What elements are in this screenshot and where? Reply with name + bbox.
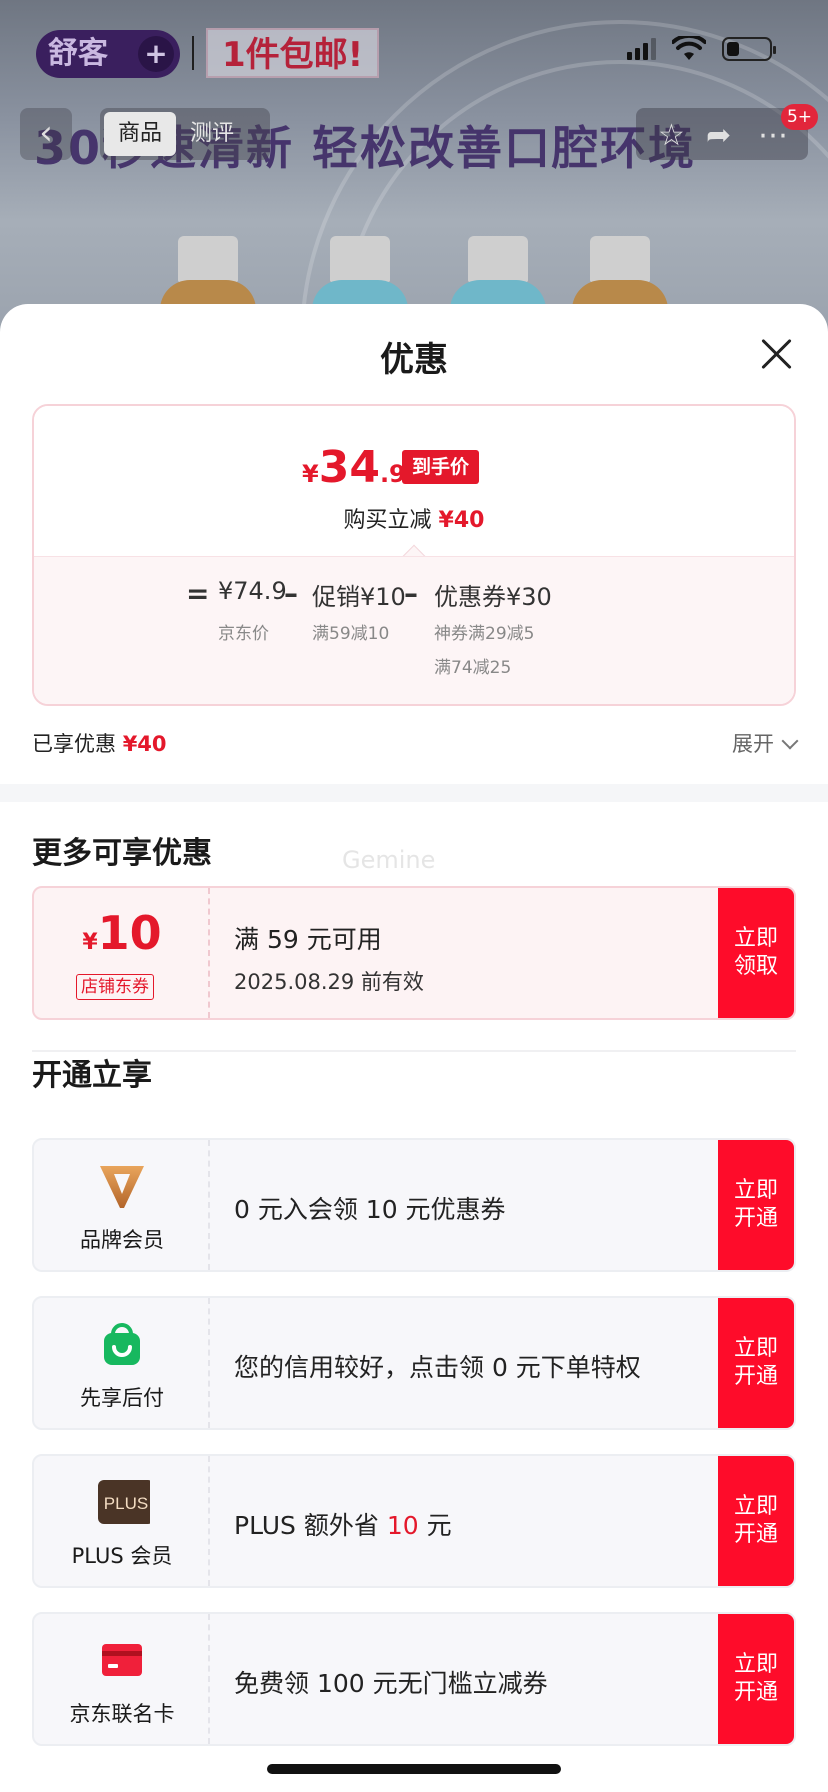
promo-desc: 满59减10 <box>312 624 390 644</box>
free-shipping-banner: 1件包邮! <box>206 28 380 78</box>
star-icon[interactable]: ☆ <box>658 118 685 153</box>
brand-logo: 舒客 + <box>36 30 180 78</box>
plus-icon: + <box>138 36 174 72</box>
final-price-area: ¥34.9 到手价 购买立减 ¥40 <box>34 406 794 556</box>
instant-discount: 购买立减 ¥40 <box>34 502 794 534</box>
divider <box>192 36 194 70</box>
final-price-tag: 到手价 <box>402 450 480 484</box>
plus-badge-icon: PLUS <box>98 1480 150 1524</box>
benefit-desc-text: PLUS 额外省 <box>234 1511 387 1540</box>
cellular-signal-icon <box>627 38 656 60</box>
coupon-type-badge: 店铺东券 <box>76 974 154 1000</box>
minus-sign: – <box>404 577 418 610</box>
section-divider <box>0 784 828 802</box>
price-summary-card: ¥34.9 到手价 购买立减 ¥40 = ¥74.9 京东价 – 促销¥10 满… <box>32 404 796 706</box>
benefit-name: 先享后付 <box>80 1386 164 1410</box>
shopping-bag-icon <box>104 1323 140 1365</box>
benefit-icon-area: 品牌会员 <box>34 1140 210 1270</box>
benefit-icon-area: 京东联名卡 <box>34 1614 210 1744</box>
jd-price-label: 京东价 <box>218 624 269 644</box>
benefit-desc: 0 元入会领 10 元优惠券 <box>234 1195 506 1224</box>
benefit-brand-member: 品牌会员 0 元入会领 10 元优惠券 立即开通 <box>32 1138 796 1272</box>
close-icon[interactable] <box>756 334 796 374</box>
coupon-condition: 满 59 元可用 <box>234 925 382 954</box>
currency-symbol: ¥ <box>302 460 319 488</box>
benefit-name: 品牌会员 <box>80 1228 164 1252</box>
benefit-name: PLUS 会员 <box>71 1544 173 1568</box>
benefit-plus-member: PLUS PLUS 会员 PLUS 额外省 10 元 立即开通 <box>32 1454 796 1588</box>
open-plus-button[interactable]: 立即开通 <box>718 1456 794 1586</box>
benefit-desc: 您的信用较好，点击领 0 元下单特权 <box>234 1353 641 1382</box>
benefit-desc: PLUS 额外省 10 元 <box>234 1506 452 1542</box>
coupon-amount: ¥10 <box>34 906 210 960</box>
store-coupon: ¥10 店铺东券 满 59 元可用 2025.08.29 前有效 立即领取 <box>32 886 796 1020</box>
equals-sign: = <box>186 577 210 610</box>
plus-badge-text: PLUS <box>104 1494 148 1513</box>
coupon-desc: 神券满29减5 <box>434 624 535 644</box>
price-integer: 34 <box>318 442 380 493</box>
cart-badge: 5+ <box>780 104 818 130</box>
promo-discount: 促销¥10 <box>312 583 406 611</box>
currency-symbol: ¥ <box>82 930 98 955</box>
benefit-icon-area: PLUS PLUS 会员 <box>34 1456 210 1586</box>
enjoyed-discount: 已享优惠 ¥40 <box>32 728 167 758</box>
benefit-desc-text: 元 <box>418 1511 452 1540</box>
coupon-amount-area: ¥10 店铺东券 <box>34 888 210 1018</box>
benefit-icon-area: 先享后付 <box>34 1298 210 1428</box>
discount-sheet: 优惠 ¥34.9 到手价 购买立减 ¥40 = ¥74.9 京东价 – 促销¥1… <box>0 304 828 1792</box>
more-discounts-title: 更多可享优惠 <box>32 836 212 871</box>
open-brand-member-button[interactable]: 立即开通 <box>718 1140 794 1270</box>
instant-discount-value: ¥40 <box>438 508 485 533</box>
brand-name: 舒客 <box>48 36 108 71</box>
benefit-cobrand-card: 京东联名卡 免费领 100 元无门槛立减券 立即开通 <box>32 1612 796 1746</box>
jd-price: ¥74.9 <box>218 577 287 605</box>
minus-sign: – <box>284 577 298 610</box>
expand-toggle[interactable]: 展开 <box>732 728 799 758</box>
benefit-desc-highlight: 10 <box>386 1511 419 1540</box>
enjoyed-value: ¥40 <box>122 732 167 756</box>
credit-card-icon <box>102 1644 142 1676</box>
sheet-title: 优惠 <box>380 340 448 380</box>
coupon-value: 10 <box>97 906 162 960</box>
coupon-validity: 2025.08.29 前有效 <box>234 970 424 994</box>
home-indicator[interactable] <box>267 1764 561 1774</box>
claim-coupon-button[interactable]: 立即领取 <box>718 888 794 1018</box>
instant-discount-label: 购买立减 <box>343 508 432 533</box>
wifi-icon <box>672 36 706 60</box>
expand-label: 展开 <box>732 732 774 756</box>
benefit-pay-later: 先享后付 您的信用较好，点击领 0 元下单特权 立即开通 <box>32 1296 796 1430</box>
back-button[interactable]: ‹ <box>20 108 72 160</box>
benefit-desc: 免费领 100 元无门槛立减券 <box>234 1669 548 1698</box>
status-bar: 舒客 + 1件包邮! <box>0 0 828 96</box>
benefit-name: 京东联名卡 <box>69 1702 175 1726</box>
brand-v-icon <box>100 1166 144 1208</box>
open-benefits-title: 开通立享 <box>32 1058 152 1093</box>
battery-icon <box>722 37 776 61</box>
final-price: ¥34.9 <box>302 442 406 493</box>
coupon-desc: 满74减25 <box>434 658 512 678</box>
enjoyed-label: 已享优惠 <box>32 732 116 756</box>
open-cobrand-card-button[interactable]: 立即开通 <box>718 1614 794 1744</box>
open-pay-later-button[interactable]: 立即开通 <box>718 1298 794 1428</box>
tab-product[interactable]: 商品 <box>104 112 177 156</box>
tab-review[interactable]: 测评 <box>176 112 248 156</box>
chevron-down-icon <box>781 732 799 750</box>
coupon-discount: 优惠券¥30 <box>434 583 552 611</box>
share-icon[interactable]: ➦ <box>706 118 731 153</box>
system-icons <box>627 34 776 64</box>
price-calculation: = ¥74.9 京东价 – 促销¥10 满59减10 – 优惠券¥30 神券满2… <box>34 557 794 704</box>
price-breakdown: = ¥74.9 京东价 – 促销¥10 满59减10 – 优惠券¥30 神券满2… <box>34 556 794 704</box>
product-tabs: 商品 测评 <box>100 108 270 160</box>
watermark: Gemine <box>342 846 436 874</box>
